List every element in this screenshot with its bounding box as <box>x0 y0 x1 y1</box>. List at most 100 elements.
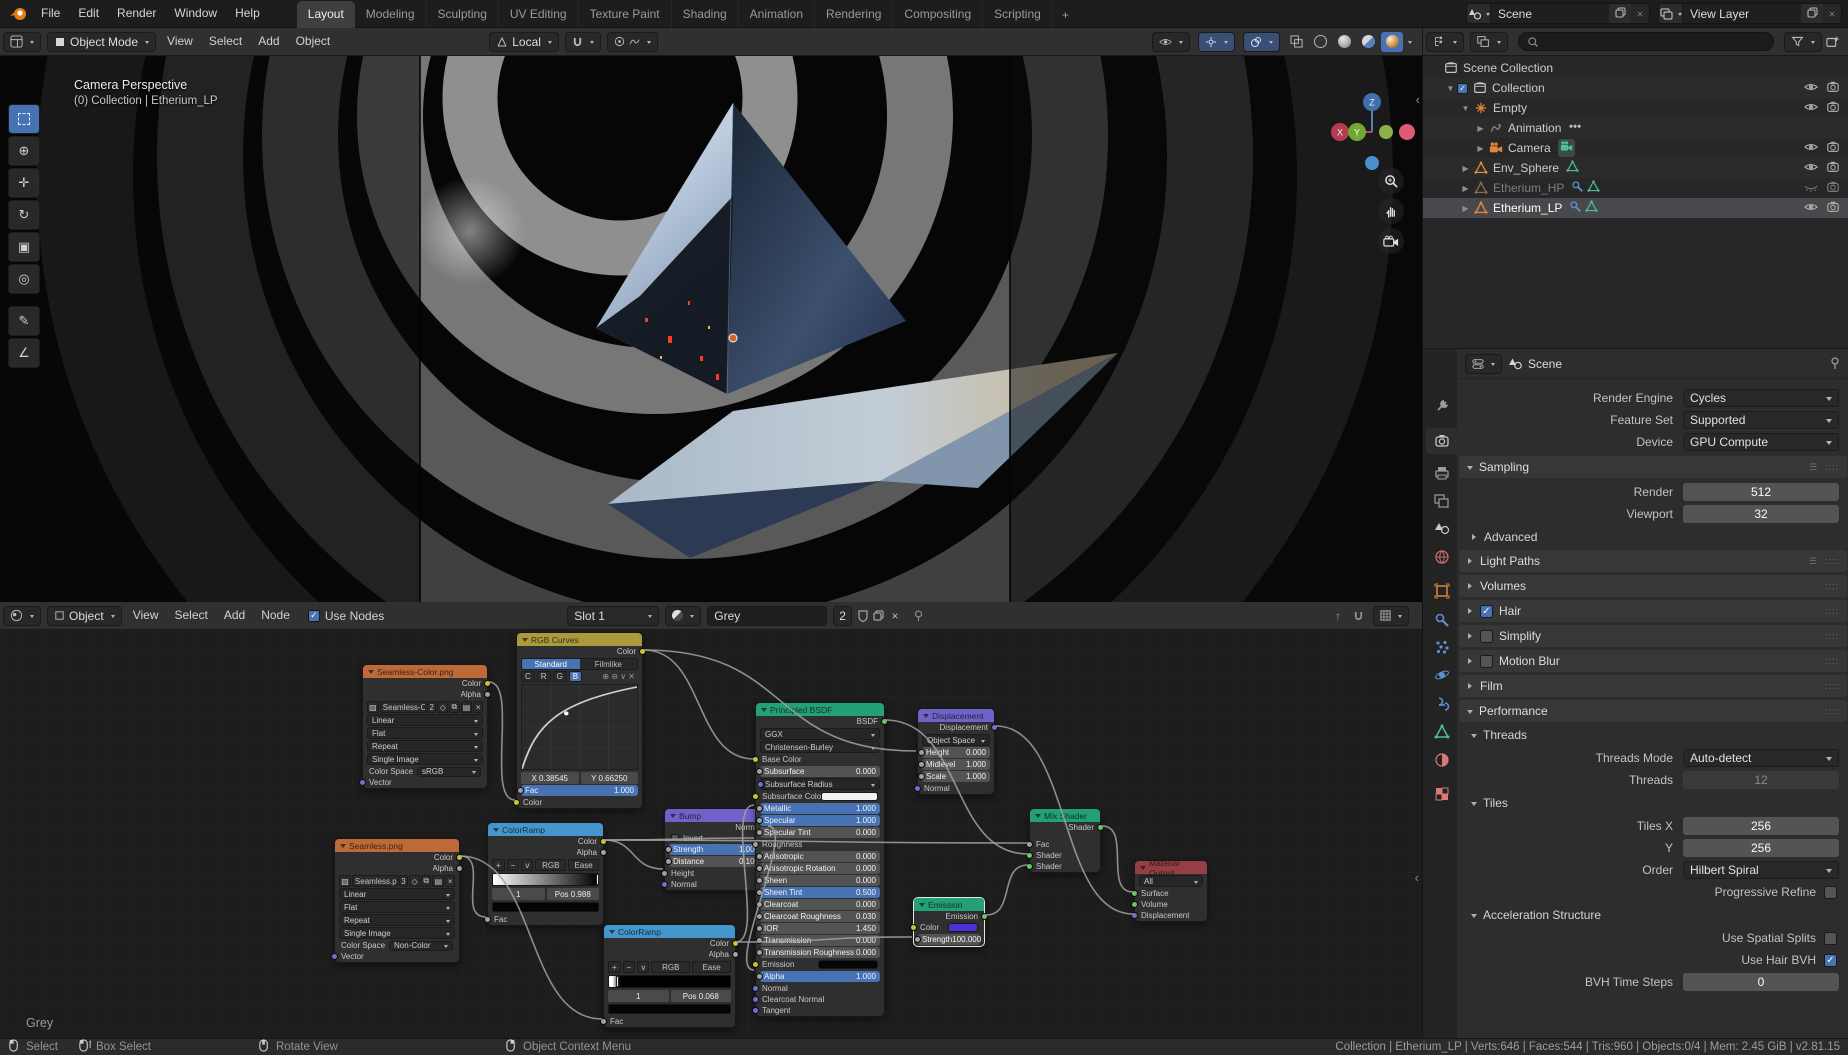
channel-C[interactable]: C <box>521 671 535 682</box>
section-checkbox[interactable]: ✓ <box>1480 604 1493 618</box>
auto-offset-icon[interactable]: ↑ <box>1330 608 1346 624</box>
node-dropdown[interactable]: Repeat <box>339 914 455 926</box>
node-socket[interactable] <box>756 901 763 908</box>
pin-icon[interactable] <box>911 608 927 624</box>
open-folder-icon[interactable]: ▤ <box>432 875 445 887</box>
node-socket[interactable] <box>517 787 524 794</box>
node-socket[interactable] <box>639 648 646 655</box>
viewport-sidebar-collapse[interactable]: ‹ <box>1416 92 1420 107</box>
section-motion-blur[interactable]: Motion Blur:::: <box>1459 650 1847 672</box>
image-users-count[interactable]: 2 <box>427 701 437 713</box>
value-pair-row[interactable]: 1 Pos 0.988 <box>492 888 599 900</box>
color-ramp-gradient[interactable] <box>492 873 599 886</box>
interpolation-dropdown[interactable]: Ease <box>692 961 731 973</box>
expander-right-icon[interactable]: ▶ <box>1459 184 1472 193</box>
modifier-icon[interactable] <box>1569 200 1582 216</box>
menu-help[interactable]: Help <box>226 0 269 27</box>
mesh-data-icon[interactable] <box>1587 180 1600 196</box>
workspace-tab-scripting[interactable]: Scripting <box>983 0 1053 28</box>
node-socket[interactable] <box>756 973 763 980</box>
viewport-menu-add[interactable]: Add <box>250 28 287 55</box>
render-canvas[interactable] <box>0 56 1422 602</box>
workspace-tab-shading[interactable]: Shading <box>672 0 739 28</box>
modifier-icon[interactable] <box>1571 180 1584 196</box>
node-socket[interactable] <box>331 953 338 960</box>
checkbox[interactable] <box>1824 885 1837 899</box>
node-socket[interactable] <box>756 877 763 884</box>
menu-edit[interactable]: Edit <box>69 0 108 27</box>
node-socket[interactable] <box>756 768 763 775</box>
node-value-specular-tint[interactable]: Specular Tint 0.000 <box>756 827 880 838</box>
node-canvas[interactable]: Seamless-Color.pngColorAlpha▨Seamless-Co… <box>0 630 1422 1038</box>
use-nodes-checkbox[interactable]: ✓ <box>307 609 320 622</box>
properties-tab-constraints[interactable] <box>1426 691 1457 717</box>
color-mode-dropdown[interactable]: RGB <box>651 961 691 973</box>
image-icon[interactable]: ▨ <box>367 701 379 713</box>
outliner-row-collection[interactable]: ▼ ✓ Collection <box>1423 78 1848 98</box>
node-socket[interactable] <box>456 865 463 872</box>
dropdown-field[interactable]: Hilbert Spiral <box>1683 861 1839 879</box>
channel-G[interactable]: G <box>552 671 567 682</box>
viewport-3d[interactable]: Object Mode ViewSelectAddObject Local <box>0 28 1422 602</box>
ramp-options-dropdown[interactable]: v <box>521 859 534 871</box>
node-socket[interactable] <box>665 858 672 865</box>
outliner-row-etherium-lp[interactable]: ▶ Etherium_LP <box>1423 198 1848 218</box>
outliner-row-empty[interactable]: ▼ Empty <box>1423 98 1848 118</box>
menu-window[interactable]: Window <box>165 0 226 27</box>
node-socket[interactable] <box>756 937 763 944</box>
interpolation-dropdown[interactable]: Ease <box>568 859 599 871</box>
camera-view-icon[interactable] <box>1378 228 1404 254</box>
ramp-controls[interactable]: + − v RGB Ease <box>608 961 731 973</box>
tool-transform[interactable]: ◎ <box>8 264 40 294</box>
node-socket[interactable] <box>756 829 763 836</box>
value-field[interactable]: 0 <box>1683 973 1839 991</box>
image-datablock-row[interactable]: ▨Seamless.png3◇⧉▤× <box>339 875 455 887</box>
node-value-clearcoat[interactable]: Clearcoat 0.000 <box>756 899 880 910</box>
node-socket[interactable] <box>1131 912 1138 919</box>
section-checkbox[interactable] <box>1480 654 1493 668</box>
node-principled-bsdf[interactable]: Principled BSDF BSDF GGX Christensen-Burley… <box>752 702 888 1017</box>
node-socket[interactable] <box>456 854 463 861</box>
render-icon[interactable] <box>1826 180 1840 197</box>
scene-unlink-icon[interactable]: × <box>1631 4 1649 23</box>
editor-type-button[interactable] <box>1465 353 1502 374</box>
fake-user-shield-icon[interactable]: ◇ <box>409 875 420 887</box>
view-layer-name[interactable]: View Layer <box>1683 4 1801 23</box>
node-socket[interactable] <box>732 940 739 947</box>
copy-icon[interactable]: ⧉ <box>449 701 460 713</box>
color-mode-dropdown[interactable]: RGB <box>535 859 567 871</box>
node-socket[interactable] <box>981 913 988 920</box>
node-dropdown[interactable]: Object Space <box>922 734 990 746</box>
node-value-metallic[interactable]: Metallic 1.000 <box>756 803 880 814</box>
section-checkbox[interactable] <box>1480 629 1493 643</box>
ramp-options-dropdown[interactable]: v <box>637 961 650 973</box>
image-users-count[interactable]: 3 <box>398 875 409 887</box>
y-value[interactable]: Pos 0.988 <box>546 888 599 900</box>
node-value-alpha[interactable]: Alpha 1.000 <box>756 971 880 982</box>
node-value-strength[interactable]: Strength 100.000 <box>914 934 981 945</box>
node-socket[interactable] <box>756 865 763 872</box>
viewport-menu-select[interactable]: Select <box>201 28 250 55</box>
node-socket[interactable] <box>665 846 672 853</box>
render-icon[interactable] <box>1826 200 1840 217</box>
unlink-material-icon[interactable]: × <box>887 608 903 624</box>
shader-editor[interactable]: Object View Select Add Node ✓ Use Nodes Slo… <box>0 602 1422 1038</box>
node-title[interactable]: Displacement <box>918 709 994 722</box>
node-socket[interactable] <box>484 680 491 687</box>
node-value-anisotropic[interactable]: Anisotropic 0.000 <box>756 851 880 862</box>
color-swatch[interactable] <box>817 960 878 969</box>
ramp-stop-marker[interactable] <box>616 976 620 987</box>
node-colorramp[interactable]: ColorRamp Color Alpha + − v RGB Ease 1 Pos 0.988 F… <box>484 822 607 926</box>
node-dropdown[interactable]: Linear <box>339 888 455 900</box>
eye-icon[interactable] <box>1803 200 1819 217</box>
editor-type-button[interactable] <box>1426 31 1464 52</box>
node-socket[interactable] <box>752 756 759 763</box>
pin-icon[interactable] <box>1829 357 1841 370</box>
node-socket[interactable] <box>484 691 491 698</box>
section-performance[interactable]: Performance:::: <box>1459 700 1847 722</box>
value-field[interactable]: 12 <box>1683 771 1839 789</box>
node-value-scale[interactable]: Scale 1.000 <box>918 771 990 782</box>
node-socket[interactable] <box>600 838 607 845</box>
node-value-fac[interactable]: Fac 1.000 <box>517 785 638 796</box>
node-socket[interactable] <box>914 936 921 943</box>
